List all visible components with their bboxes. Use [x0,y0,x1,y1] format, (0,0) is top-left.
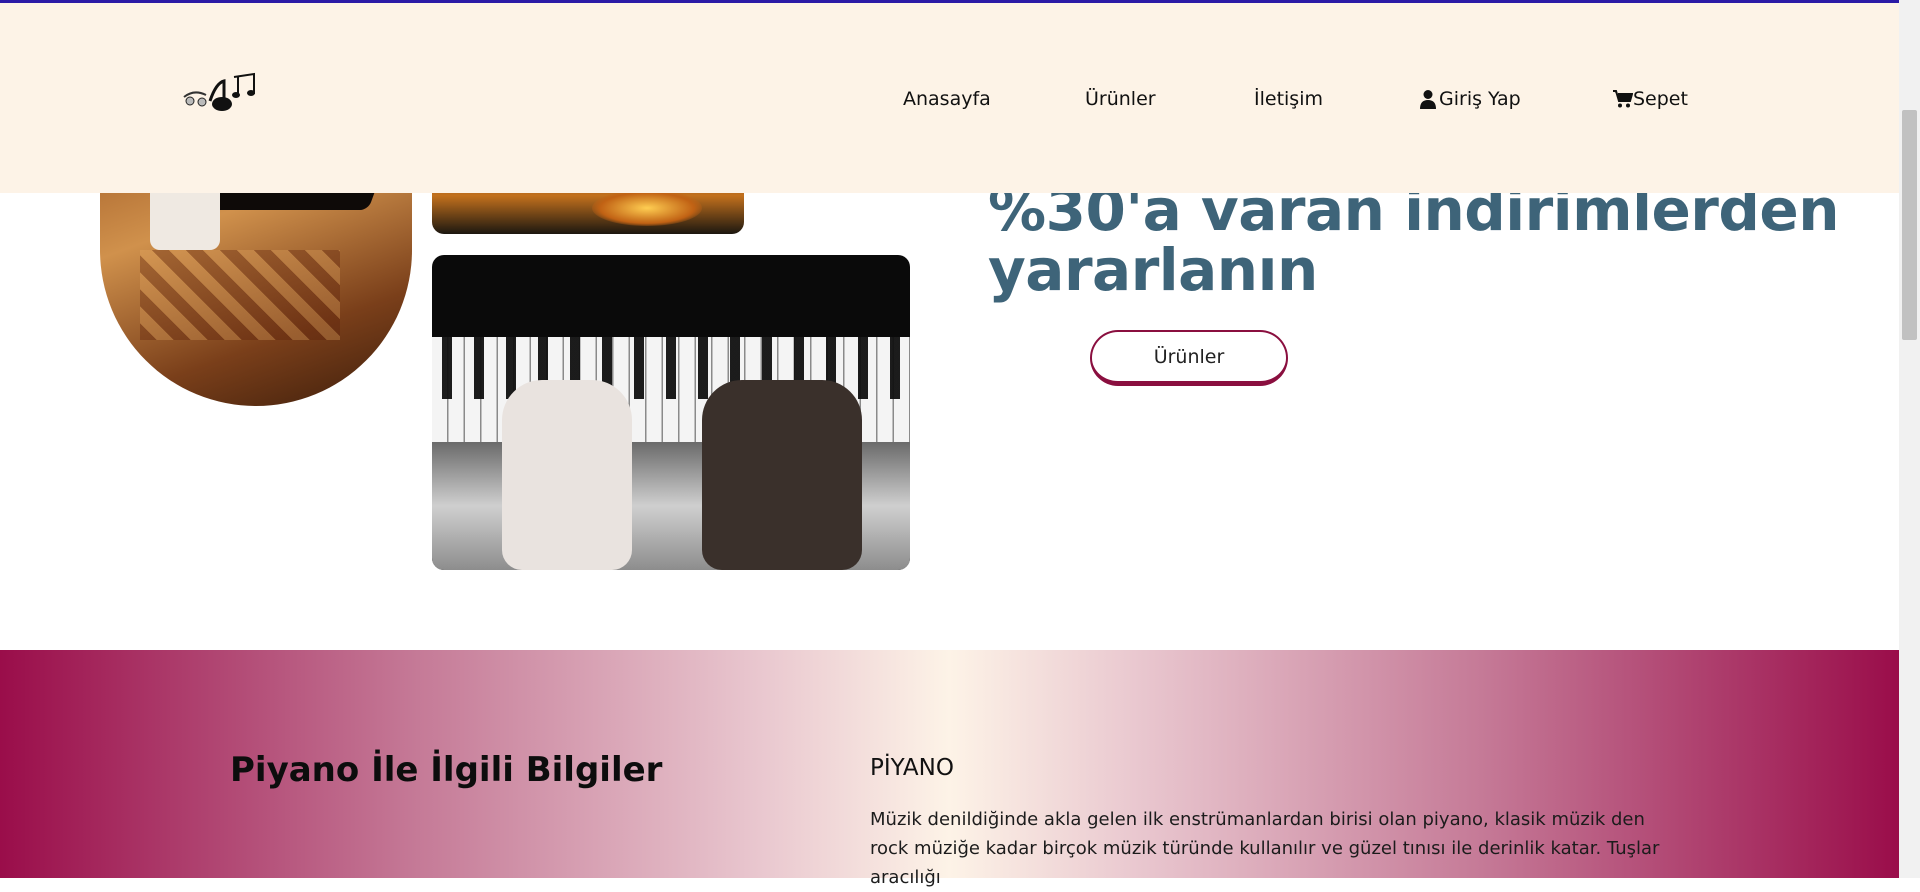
nav-item-label: Ürünler [1085,88,1156,110]
nav-item-sepet[interactable]: Sepet [1613,88,1688,110]
products-button[interactable]: Ürünler [1090,330,1288,386]
nav-item-label: İletişim [1254,88,1323,110]
section-paragraph: Müzik denildiğinde akla gelen ilk enstrü… [870,809,1660,888]
promo-headline: %30'a varan indirimlerden yararlanın [988,176,1840,304]
cart-icon [1613,89,1634,109]
user-icon [1419,89,1437,109]
nav-item-iletisim[interactable]: İletişim [1254,88,1323,110]
nav-item-label: Giriş Yap [1439,88,1521,110]
nav-item-label: Anasayfa [903,88,991,110]
vertical-scrollbar[interactable] [1899,0,1920,878]
nav-item-giris-yap[interactable]: Giriş Yap [1419,88,1521,110]
piano-hands-image [432,255,910,570]
site-logo[interactable] [180,71,262,113]
site-header: Anasayfa Ürünler İletişim Giriş Yap Sepe… [0,3,1899,193]
scrollbar-thumb[interactable] [1902,110,1917,340]
section-subtitle: PİYANO [870,755,954,781]
nav-item-urunler[interactable]: Ürünler [1085,88,1156,110]
top-accent-line [0,0,1899,3]
nav-item-anasayfa[interactable]: Anasayfa [903,88,991,110]
music-logo-icon [183,72,255,111]
piano-info-section: Piyano İle İlgili Bilgiler PİYANO Müzik … [0,650,1899,888]
section-title: Piyano İle İlgili Bilgiler [230,750,663,790]
nav-item-label: Sepet [1633,88,1688,110]
